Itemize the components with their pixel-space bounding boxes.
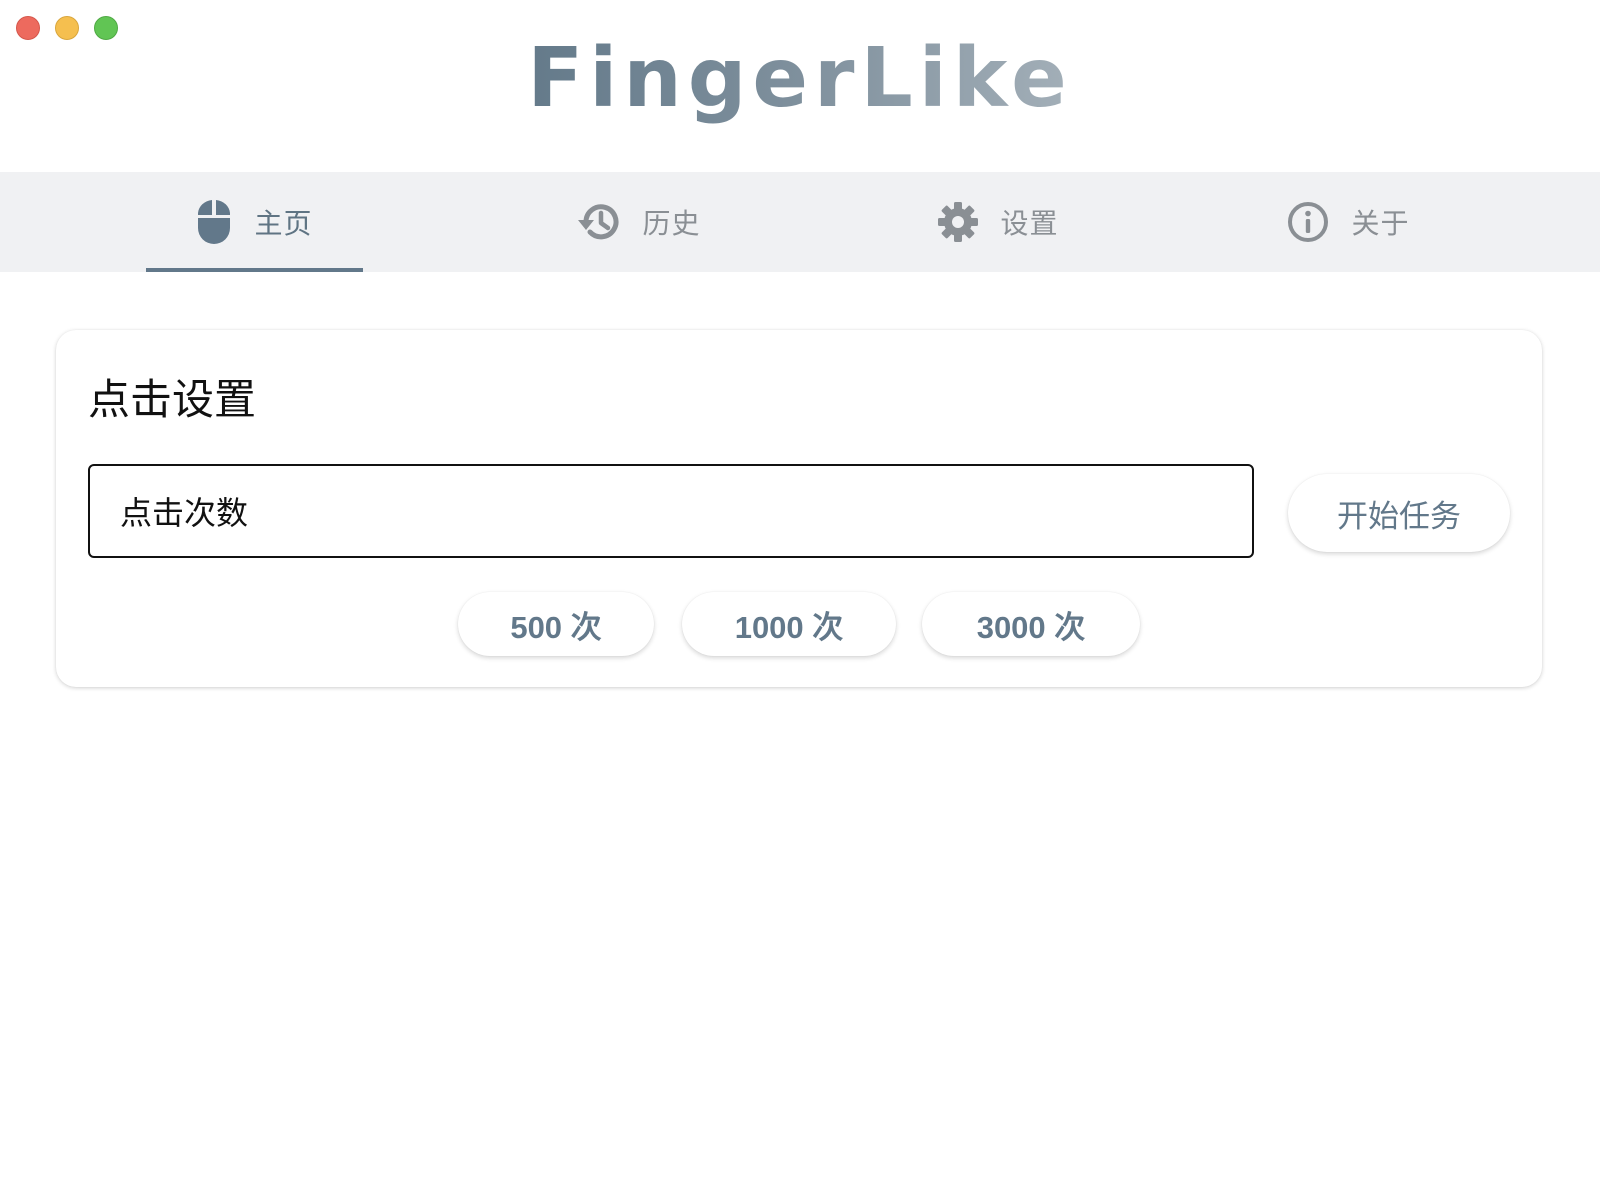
active-tab-indicator (146, 268, 363, 272)
maximize-window-button[interactable] (94, 16, 118, 40)
minimize-window-button[interactable] (55, 16, 79, 40)
info-icon (1288, 202, 1329, 242)
tab-home[interactable]: 主页 (146, 172, 363, 272)
tab-history-label: 历史 (642, 208, 701, 239)
tab-history[interactable]: 历史 (530, 172, 747, 272)
click-count-label: 点击次数 (120, 495, 249, 531)
gear-icon (938, 202, 979, 242)
close-window-button[interactable] (16, 16, 40, 40)
tab-bar: 主页 历史 设置 关于 (0, 172, 1600, 272)
tab-about[interactable]: 关于 (1240, 172, 1457, 272)
tab-about-label: 关于 (1351, 208, 1410, 239)
tab-settings[interactable]: 设置 (890, 172, 1107, 272)
preset-500-button[interactable]: 500 次 (458, 592, 654, 656)
click-count-input[interactable]: 点击次数 (88, 464, 1254, 558)
click-settings-card: 点击设置 点击次数 开始任务 500 次 1000 次 3000 次 (56, 330, 1542, 687)
mouse-icon (198, 200, 231, 244)
window-controls (16, 16, 118, 40)
app-window: FingerLike 主页 历史 设置 关于 点击设置 点击次数 开始任务 50… (0, 0, 1600, 1200)
start-task-button[interactable]: 开始任务 (1288, 474, 1510, 552)
history-icon (578, 204, 619, 240)
preset-1000-button[interactable]: 1000 次 (682, 592, 896, 656)
app-logo-text: FingerLike (527, 31, 1073, 126)
card-title: 点击设置 (88, 376, 257, 423)
tab-settings-label: 设置 (1000, 208, 1059, 239)
app-logo: FingerLike (0, 38, 1600, 120)
tab-home-label: 主页 (254, 208, 313, 239)
preset-3000-button[interactable]: 3000 次 (922, 592, 1140, 656)
